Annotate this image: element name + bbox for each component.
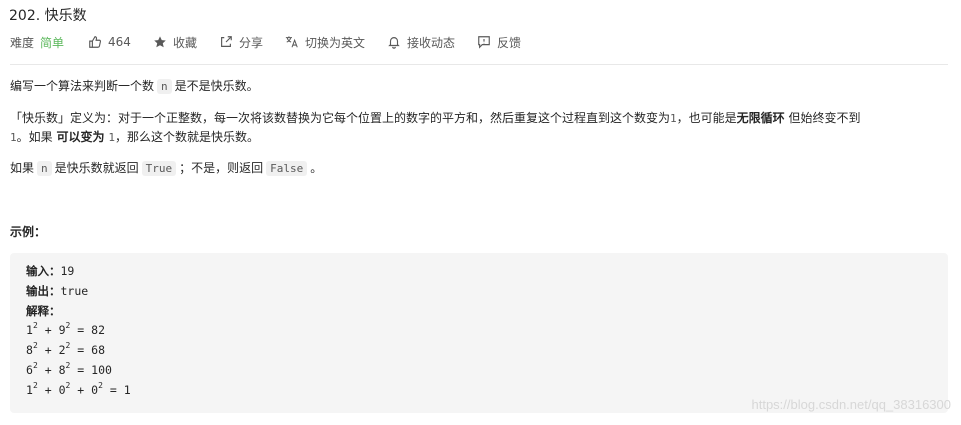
base: 8 <box>58 362 66 377</box>
result: 100 <box>91 362 112 377</box>
exponent: 2 <box>65 341 71 351</box>
result: 1 <box>123 382 131 397</box>
share-label: 分享 <box>238 35 263 50</box>
inline-code: True <box>141 161 177 176</box>
base: 9 <box>58 323 66 338</box>
problem-meta-bar: 难度 简单 464 收藏 分享 切换为英文 接收动态 反馈 <box>10 33 543 51</box>
example-output: 输出：true <box>26 282 932 302</box>
share-icon <box>219 35 233 49</box>
bold-text: 可以变为 <box>56 130 105 144</box>
input-label: 输入： <box>26 264 61 278</box>
base: 6 <box>26 362 33 377</box>
text: 是快乐数就返回 <box>54 161 139 175</box>
operator: + <box>44 323 52 338</box>
watermark: https://blog.csdn.net/qq_38316300 <box>751 397 952 412</box>
operator: = <box>109 382 117 397</box>
base: 2 <box>58 343 66 358</box>
star-icon <box>153 35 167 49</box>
base: 8 <box>26 343 33 358</box>
translate-icon <box>285 35 299 49</box>
feedback-icon <box>477 35 491 49</box>
input-value: 19 <box>60 264 75 278</box>
feedback-label: 反馈 <box>497 35 522 50</box>
problem-title: 202. 快乐数 <box>9 8 87 24</box>
explanation-line: 12 + 92 = 82 <box>26 321 932 341</box>
like-button[interactable]: 464 <box>88 35 131 49</box>
bold-text: 无限循环 <box>736 111 785 125</box>
translate-button[interactable]: 切换为英文 <box>285 34 365 51</box>
text: ，那么这个数就是快乐数。 <box>114 130 259 144</box>
like-count: 464 <box>108 35 131 49</box>
inline-number: 1 <box>670 112 677 125</box>
exponent: 2 <box>32 360 38 370</box>
operator: = <box>77 362 85 377</box>
base: 1 <box>26 382 33 397</box>
exponent: 2 <box>65 380 71 390</box>
output-label: 输出： <box>26 283 61 298</box>
result: 68 <box>91 343 106 358</box>
bell-icon <box>387 35 401 49</box>
text: 。如果 <box>16 130 53 144</box>
exponent: 2 <box>65 360 71 370</box>
subscribe-button[interactable]: 接收动态 <box>387 34 455 51</box>
description-paragraph-2-line-1: 「快乐数」定义为：对于一个正整数，每一次将该数替换为它每个位置上的数字的平方和，… <box>10 109 861 128</box>
difficulty-label: 难度 <box>10 35 35 50</box>
exponent: 2 <box>98 380 103 390</box>
inline-code: n <box>157 79 172 94</box>
description-paragraph-3: 如果 n 是快乐数就返回 True ；不是，则返回 False。 <box>10 159 322 178</box>
operator: = <box>77 323 85 338</box>
operator: + <box>44 382 52 397</box>
description-paragraph-1: 编写一个算法来判断一个数 n 是不是快乐数。 <box>10 77 259 96</box>
favorite-label: 收藏 <box>172 35 197 50</box>
operator: + <box>44 343 52 358</box>
base: 0 <box>58 382 66 397</box>
subscribe-label: 接收动态 <box>406 35 455 50</box>
base: 1 <box>26 323 33 338</box>
explain-label: 解释： <box>26 303 61 318</box>
share-button[interactable]: 分享 <box>219 34 263 51</box>
text: 。 <box>310 161 323 175</box>
text: ；不是，则返回 <box>179 161 264 175</box>
operator: + <box>44 362 52 377</box>
example-code-block: 输入：19 输出：true 解释： 12 + 92 = 82 82 + 22 =… <box>10 253 948 413</box>
example-input: 输入：19 <box>26 262 932 282</box>
result: 82 <box>91 323 106 338</box>
inline-number: 1 <box>108 131 115 144</box>
text: 是不是快乐数。 <box>174 79 259 93</box>
translate-label: 切换为英文 <box>304 35 365 50</box>
explanation-line: 62 + 82 = 100 <box>26 361 932 381</box>
text: 如果 <box>10 161 35 175</box>
text: ，也可能是 <box>676 111 737 125</box>
header-divider <box>10 64 948 65</box>
difficulty-value: 简单 <box>40 35 65 50</box>
inline-code: n <box>37 161 52 176</box>
inline-number: 1 <box>10 131 17 144</box>
feedback-button[interactable]: 反馈 <box>477 34 521 51</box>
example-heading: 示例： <box>10 225 47 239</box>
exponent: 2 <box>32 341 38 351</box>
thumb-up-icon <box>88 35 102 49</box>
text: 「快乐数」定义为：对于一个正整数，每一次将该数替换为它每个位置上的数字的平方和，… <box>10 111 671 125</box>
explanation-line: 82 + 22 = 68 <box>26 341 932 361</box>
description-paragraph-2-line-2: 1。如果 可以变为 1，那么这个数就是快乐数。 <box>10 128 259 147</box>
exponent: 2 <box>32 321 38 331</box>
operator: + <box>77 382 85 397</box>
operator: = <box>77 343 85 358</box>
exponent: 2 <box>32 380 38 390</box>
text: 编写一个算法来判断一个数 <box>10 79 155 93</box>
exponent: 2 <box>65 321 71 331</box>
inline-code: False <box>266 161 308 176</box>
text: 但始终变不到 <box>788 111 861 125</box>
output-value: true <box>60 283 89 298</box>
favorite-button[interactable]: 收藏 <box>153 34 197 51</box>
example-explanation-label: 解释： <box>26 302 932 322</box>
